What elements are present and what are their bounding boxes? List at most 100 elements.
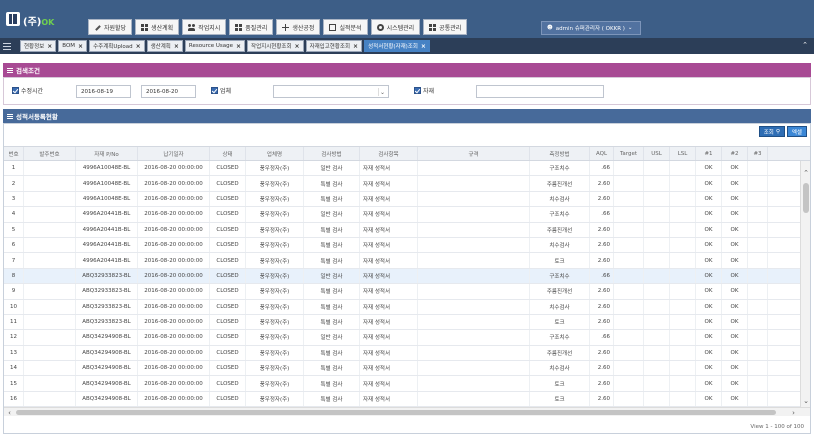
column-header[interactable]: USL xyxy=(644,147,670,160)
checkbox-checked-icon xyxy=(414,87,421,94)
tab-2[interactable]: 수주계획Upload × xyxy=(89,40,145,52)
table-cell: OK xyxy=(722,391,748,407)
table-cell xyxy=(670,376,696,391)
table-row[interactable]: 14 ABQ34294908-BL 2016-08-20 00:00:00 CLOSE… xyxy=(4,361,800,377)
horizontal-scrollbar[interactable]: ‹ › xyxy=(4,407,810,417)
table-row[interactable]: 1 4996A10048E-BL 2016-08-20 00:00:00 CLOSED… xyxy=(4,161,800,177)
excel-export-button[interactable]: 엑셀 xyxy=(786,126,807,137)
search-icon: ⚲ xyxy=(775,128,780,135)
hamburger-menu-icon[interactable] xyxy=(0,38,14,54)
table-cell: 특별 검사 xyxy=(304,237,360,253)
menu-work-order[interactable]: 작업지시 xyxy=(182,19,227,35)
column-header[interactable]: 번호 xyxy=(4,147,24,160)
vendor-filter-checkbox[interactable]: 업체 xyxy=(211,86,231,95)
close-icon[interactable]: × xyxy=(47,43,52,50)
scroll-left-icon[interactable]: ‹ xyxy=(5,408,14,417)
menu-production-plan[interactable]: 생산계획 xyxy=(135,19,180,35)
table-cell xyxy=(614,391,644,407)
table-cell: 2016-08-20 00:00:00 xyxy=(138,345,210,361)
date-filter-checkbox[interactable]: 수정시간 xyxy=(12,86,43,95)
table-cell: OK xyxy=(722,314,748,330)
column-header[interactable]: 규격 xyxy=(418,147,530,160)
column-header[interactable]: 업체명 xyxy=(246,147,304,160)
table-cell xyxy=(644,237,670,253)
column-header[interactable]: 발주번호 xyxy=(24,147,76,160)
grid-body[interactable]: 1 4996A10048E-BL 2016-08-20 00:00:00 CLOSED… xyxy=(4,161,800,407)
vertical-scroll-thumb[interactable] xyxy=(803,183,809,213)
table-row[interactable]: 7 4996A20441B-BL 2016-08-20 00:00:00 CLOSED… xyxy=(4,253,800,269)
column-header[interactable]: #3 xyxy=(748,147,768,160)
table-cell: 2.60 xyxy=(590,376,614,391)
table-cell xyxy=(418,345,530,361)
menu-performance[interactable]: 실적분석 xyxy=(323,19,368,35)
table-row[interactable]: 6 4996A20441B-BL 2016-08-20 00:00:00 CLOSED… xyxy=(4,237,800,254)
menu-resource-allocation[interactable]: 자원할당 xyxy=(88,19,133,35)
table-cell: 자재 성적서 xyxy=(360,176,418,191)
table-row[interactable]: 16 ABQ34294908-BL 2016-08-20 00:00:00 CLOSE… xyxy=(4,391,800,407)
collapse-up-icon[interactable]: ⌃ xyxy=(802,41,808,49)
column-header[interactable]: 납기일자 xyxy=(138,147,210,160)
table-row[interactable]: 2 4996A10048E-BL 2016-08-20 00:00:00 CLOSED… xyxy=(4,176,800,192)
column-header[interactable]: #1 xyxy=(696,147,722,160)
table-row[interactable]: 3 4996A10048E-BL 2016-08-20 00:00:00 CLOSED… xyxy=(4,191,800,208)
close-icon[interactable]: × xyxy=(421,43,426,50)
tab-0[interactable]: 현황정보 × xyxy=(20,40,57,52)
material-input[interactable] xyxy=(476,85,604,98)
table-row[interactable]: 4 4996A20441B-BL 2016-08-20 00:00:00 CLOSED… xyxy=(4,207,800,223)
table-cell: OK xyxy=(696,284,722,299)
date-from-input[interactable]: 2016-08-19 xyxy=(76,85,131,98)
menu-common[interactable]: 공통관리 xyxy=(423,19,468,35)
table-cell: OK xyxy=(722,330,748,345)
close-icon[interactable]: × xyxy=(353,43,358,50)
menu-quality[interactable]: 품질관리 xyxy=(229,19,274,35)
material-filter-checkbox[interactable]: 자재 xyxy=(414,86,434,95)
close-icon[interactable]: × xyxy=(295,43,300,50)
column-header[interactable]: 자재 P/No xyxy=(76,147,138,160)
column-header[interactable]: LSL xyxy=(670,147,696,160)
close-icon[interactable]: × xyxy=(78,43,83,50)
table-row[interactable]: 8 ABQ32933823-BL 2016-08-20 00:00:00 CLOSED… xyxy=(4,268,800,285)
column-header[interactable]: 상태 xyxy=(210,147,246,160)
column-header[interactable]: 검사항목 xyxy=(360,147,418,160)
search-button[interactable]: 조회 ⚲ xyxy=(758,126,785,137)
date-to-input[interactable]: 2016-08-20 xyxy=(141,85,196,98)
table-cell xyxy=(24,299,76,314)
table-cell: 주름진개선 xyxy=(530,284,590,299)
table-cell xyxy=(748,361,768,376)
vendor-select[interactable]: ⌄ xyxy=(273,85,389,98)
column-header[interactable]: 측정방법 xyxy=(530,147,590,160)
table-row[interactable]: 5 4996A20441B-BL 2016-08-20 00:00:00 CLOSED… xyxy=(4,222,800,238)
user-menu-button[interactable]: ☻ admin 슈퍼관리자 ( OKKR ) ⌄ xyxy=(541,21,641,35)
column-header[interactable]: 검사방법 xyxy=(304,147,360,160)
tab-6[interactable]: 자재입고현황조회 × xyxy=(305,40,363,52)
horizontal-scroll-thumb[interactable] xyxy=(16,410,776,415)
scroll-up-icon[interactable]: ⌃ xyxy=(802,169,810,177)
table-cell xyxy=(670,330,696,345)
table-cell xyxy=(24,330,76,345)
table-row[interactable]: 10 ABQ32933823-BL 2016-08-20 00:00:00 CLOSE… xyxy=(4,299,800,315)
scroll-down-icon[interactable]: ⌄ xyxy=(802,397,810,405)
close-icon[interactable]: × xyxy=(236,43,241,50)
table-cell: CLOSED xyxy=(210,284,246,299)
column-header[interactable]: #2 xyxy=(722,147,748,160)
tab-7[interactable]: 성적서현황(자재)조회 × xyxy=(364,40,430,52)
menu-production-process[interactable]: 생산공정 xyxy=(276,19,321,35)
table-row[interactable]: 9 ABQ32933823-BL 2016-08-20 00:00:00 CLOSED… xyxy=(4,284,800,300)
close-icon[interactable]: × xyxy=(136,43,141,50)
tab-4[interactable]: Resource Usage × xyxy=(184,40,246,52)
column-header[interactable]: AQL xyxy=(590,147,614,160)
tab-5[interactable]: 작업지시현황조회 × xyxy=(247,40,304,52)
vertical-scrollbar[interactable]: ⌃ ⌄ xyxy=(800,161,810,407)
table-cell: OK xyxy=(696,345,722,361)
table-row[interactable]: 13 ABQ34294908-BL 2016-08-20 00:00:00 CLOSE… xyxy=(4,345,800,362)
scroll-right-icon[interactable]: › xyxy=(789,408,798,417)
column-header[interactable]: Target xyxy=(614,147,644,160)
table-cell: OK xyxy=(696,314,722,330)
tab-1[interactable]: BOM × xyxy=(58,40,88,52)
table-row[interactable]: 11 ABQ32933823-BL 2016-08-20 00:00:00 CLOSE… xyxy=(4,314,800,331)
table-row[interactable]: 12 ABQ34294908-BL 2016-08-20 00:00:00 CLOSE… xyxy=(4,330,800,346)
tab-3[interactable]: 생산계획 × xyxy=(146,40,183,52)
close-icon[interactable]: × xyxy=(174,43,179,50)
table-row[interactable]: 15 ABQ34294908-BL 2016-08-20 00:00:00 CLOSE… xyxy=(4,376,800,392)
menu-system[interactable]: 시스템관리 xyxy=(370,19,421,35)
